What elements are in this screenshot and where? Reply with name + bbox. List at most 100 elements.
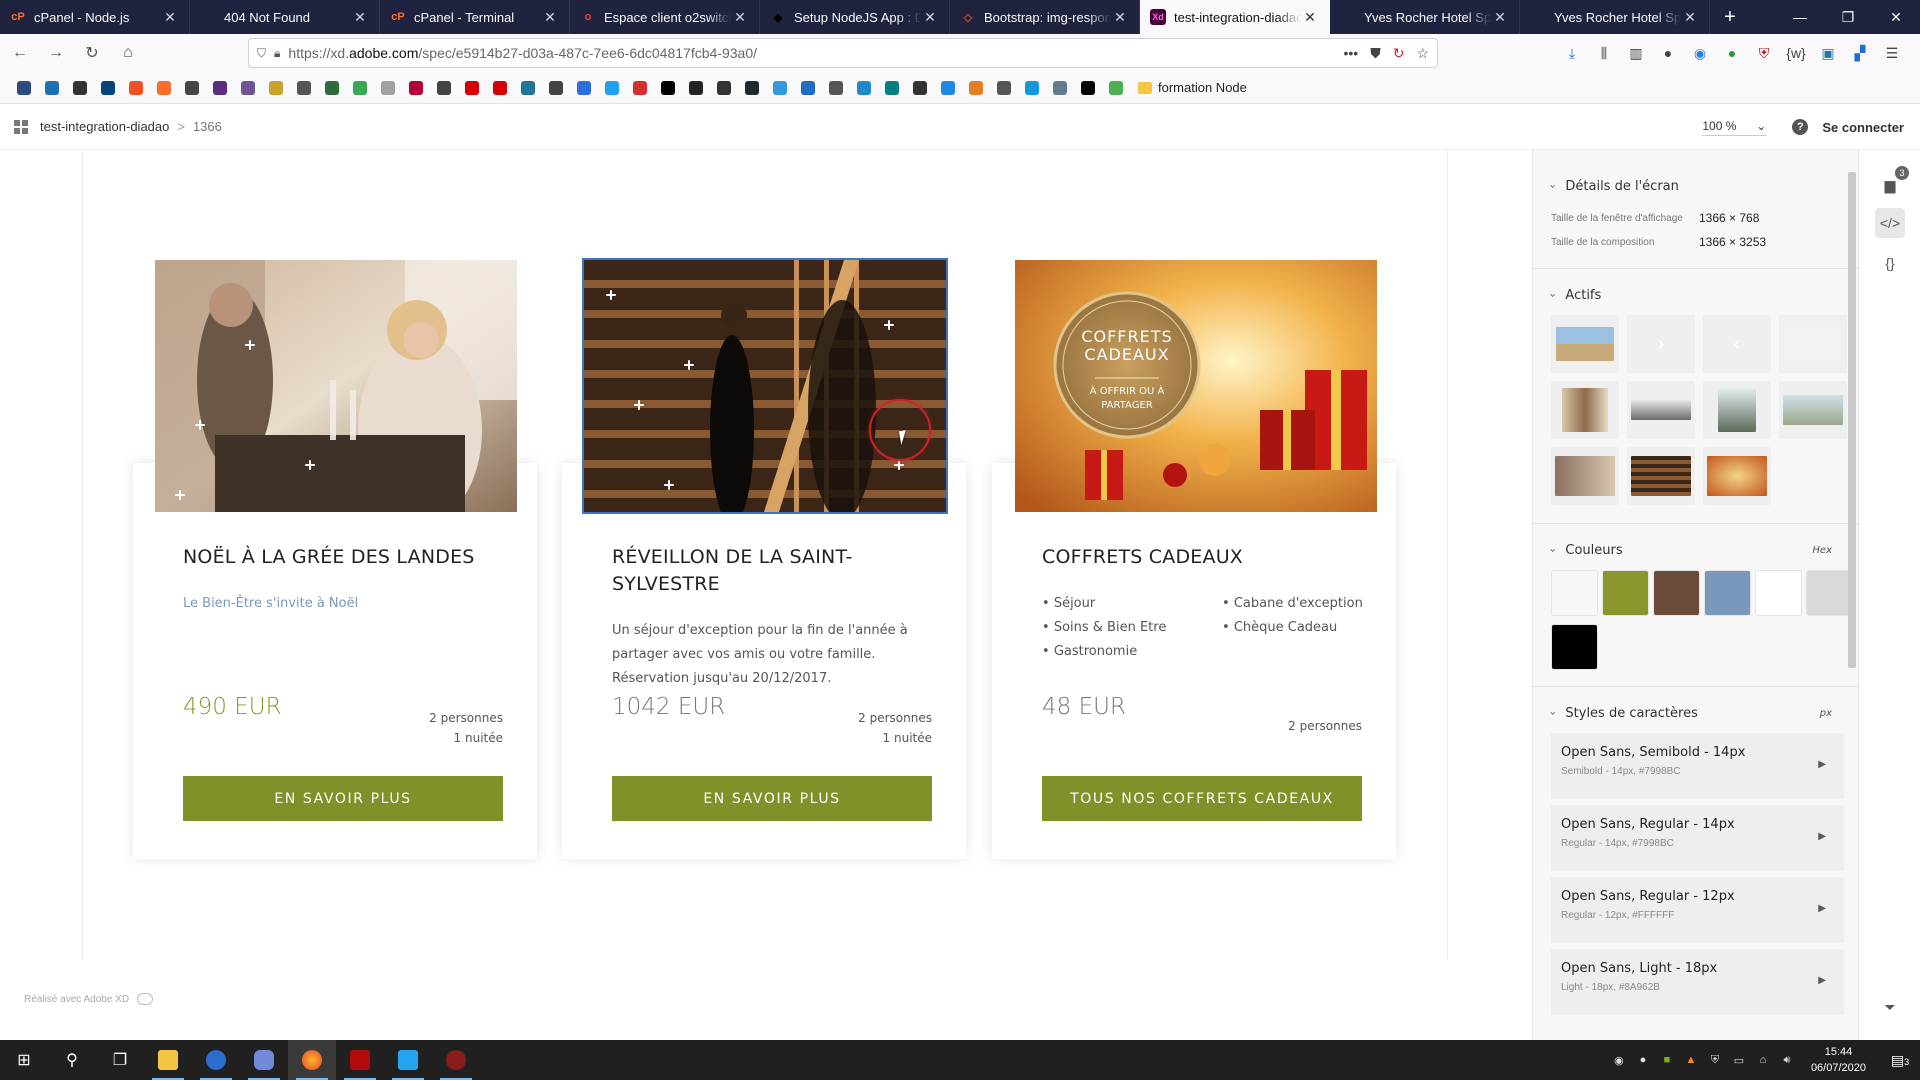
grid-view-icon[interactable]	[14, 119, 28, 134]
reload-icon[interactable]: ↻	[76, 38, 108, 68]
bookmark-icon[interactable]	[654, 78, 682, 98]
filter-icon[interactable]: ⏷	[1875, 992, 1905, 1022]
browser-tab[interactable]: 404 Not Found ✕	[190, 0, 380, 34]
bookmark-icon[interactable]	[458, 78, 486, 98]
address-bar[interactable]: ⛉ 🔒︎ https://xd.adobe.com/spec/e5914b27-…	[248, 38, 1438, 68]
bookmark-icon[interactable]	[66, 78, 94, 98]
vscode-icon[interactable]	[384, 1040, 432, 1080]
bookmark-folder[interactable]: formation Node	[1138, 80, 1247, 95]
search-icon[interactable]: ⚲	[48, 1040, 96, 1080]
close-tab-icon[interactable]: ✕	[1491, 9, 1509, 26]
braces-icon[interactable]: {}	[1875, 248, 1905, 278]
screen-details-header[interactable]: › Détails de l'écran	[1533, 166, 1858, 206]
browser-tab[interactable]: cP cPanel - Node.js ✕	[0, 0, 190, 34]
discord-icon[interactable]	[240, 1040, 288, 1080]
back-icon[interactable]: ←	[4, 38, 36, 68]
browser-tab[interactable]: Yves Rocher Hotel Spa ✕	[1330, 0, 1520, 34]
bookmark-icon[interactable]	[710, 78, 738, 98]
windows-start-icon[interactable]: ⊞	[0, 1040, 48, 1080]
bookmark-icon[interactable]	[430, 78, 458, 98]
bookmark-icon[interactable]	[626, 78, 654, 98]
asset-thumbnail[interactable]	[1551, 315, 1619, 373]
nvidia-tray-icon[interactable]: ■	[1655, 1054, 1679, 1066]
browser-tab[interactable]: ◇ Bootstrap: img-responsi ✕	[950, 0, 1140, 34]
char-style-item[interactable]: Open Sans, Semibold - 14px Semibold - 14p…	[1551, 733, 1844, 799]
signin-link[interactable]: Se connecter	[1822, 120, 1904, 135]
asset-thumbnail[interactable]: ‹	[1703, 315, 1771, 373]
bookmark-icon[interactable]	[542, 78, 570, 98]
color-swatch[interactable]	[1755, 570, 1802, 616]
close-tab-icon[interactable]: ✕	[1301, 9, 1319, 26]
browser-tab[interactable]: Yves Rocher Hotel Spa ✕	[1520, 0, 1710, 34]
bookmark-star-icon[interactable]: ☆	[1416, 45, 1429, 62]
color-swatch[interactable]	[1704, 570, 1751, 616]
learn-more-button[interactable]: EN SAVOIR PLUS	[183, 776, 503, 821]
color-swatch[interactable]	[1602, 570, 1649, 616]
bookmark-icon[interactable]	[38, 78, 66, 98]
offer-card[interactable]: COFFRETS CADEAUX Séjour Cabane d'excepti…	[992, 463, 1396, 859]
bookmark-icon[interactable]	[94, 78, 122, 98]
bookmark-icon[interactable]	[402, 78, 430, 98]
file-explorer-icon[interactable]	[144, 1040, 192, 1080]
bookmark-icon[interactable]	[962, 78, 990, 98]
close-tab-icon[interactable]: ✕	[161, 9, 179, 26]
bookmark-icon[interactable]	[570, 78, 598, 98]
bookmark-icon[interactable]	[122, 78, 150, 98]
extension-ublock-icon[interactable]: ⛨	[1748, 45, 1780, 62]
library-icon[interactable]: ⫼	[1588, 45, 1620, 62]
menu-icon[interactable]: ☰	[1876, 45, 1908, 62]
char-style-item[interactable]: Open Sans, Regular - 14px Regular - 14px,…	[1551, 805, 1844, 871]
account-icon[interactable]: ●	[1652, 45, 1684, 61]
bookmark-icon[interactable]	[934, 78, 962, 98]
card-image-giftbox[interactable]: COFFRETS CADEAUX À OFFRIR OU À PARTAGER	[1015, 260, 1377, 512]
bookmark-icon[interactable]	[234, 78, 262, 98]
close-tab-icon[interactable]: ✕	[541, 9, 559, 26]
bookmark-icon[interactable]	[822, 78, 850, 98]
close-window-button[interactable]: ✕	[1872, 0, 1920, 34]
color-swatch[interactable]	[1551, 624, 1598, 670]
asset-thumbnail[interactable]	[1627, 447, 1695, 505]
offer-card[interactable]: NOËL À LA GRÉE DES LANDES Le Bien-Être s…	[133, 463, 537, 859]
close-tab-icon[interactable]: ✕	[1111, 9, 1129, 26]
bookmark-icon[interactable]	[906, 78, 934, 98]
clock[interactable]: 15:44 06/07/2020	[1811, 1044, 1866, 1076]
filezilla-icon[interactable]	[336, 1040, 384, 1080]
asset-thumbnail[interactable]	[1551, 447, 1619, 505]
bookmark-icon[interactable]	[598, 78, 626, 98]
card-image-dinner[interactable]	[155, 260, 517, 512]
offer-card[interactable]: RÉVEILLON DE LA SAINT-SYLVESTRE Un séjou…	[562, 463, 966, 859]
close-tab-icon[interactable]: ✕	[731, 9, 749, 26]
bookmark-icon[interactable]	[878, 78, 906, 98]
browser-tab[interactable]: o Espace client o2switch - ✕	[570, 0, 760, 34]
notification-center-icon[interactable]: ▤3	[1880, 1052, 1920, 1069]
discord-tray-icon[interactable]: ◉	[1607, 1054, 1631, 1067]
restore-button[interactable]: ❐	[1824, 0, 1872, 34]
browser-tab[interactable]: ◆Setup NodeJS App : Dép✕	[760, 0, 950, 34]
close-tab-icon[interactable]: ✕	[1681, 9, 1699, 26]
gift-boxes-button[interactable]: TOUS NOS COFFRETS CADEAUX	[1042, 776, 1362, 821]
bookmark-icon[interactable]	[10, 78, 38, 98]
task-view-icon[interactable]: ❐	[96, 1040, 144, 1080]
card-image-staircase[interactable]	[582, 258, 948, 514]
bookmark-icon[interactable]	[682, 78, 710, 98]
bookmark-icon[interactable]	[346, 78, 374, 98]
zoom-select[interactable]: 100 % ⌄	[1702, 119, 1767, 136]
char-styles-header[interactable]: › Styles de caractères px	[1533, 693, 1858, 733]
close-tab-icon[interactable]: ✕	[351, 9, 369, 26]
char-style-item[interactable]: Open Sans, Regular - 12px Regular - 12px,…	[1551, 877, 1844, 943]
download-icon[interactable]: ⤓	[1556, 45, 1588, 62]
bookmark-icon[interactable]	[1046, 78, 1074, 98]
extension-square-icon[interactable]: ▣	[1812, 45, 1844, 62]
asset-thumbnail[interactable]	[1703, 381, 1771, 439]
url-text[interactable]: https://xd.adobe.com/spec/e5914b27-d03a-…	[288, 45, 1331, 61]
color-swatch[interactable]	[1551, 570, 1598, 616]
asset-thumbnail[interactable]	[1703, 447, 1771, 505]
bookmark-icon[interactable]	[150, 78, 178, 98]
code-icon[interactable]: </>	[1875, 208, 1905, 238]
bookmark-icon[interactable]	[514, 78, 542, 98]
bookmark-icon[interactable]	[1074, 78, 1102, 98]
bookmark-icon[interactable]	[486, 78, 514, 98]
bookmark-icon[interactable]	[206, 78, 234, 98]
bookmark-icon[interactable]	[374, 78, 402, 98]
bookmark-icon[interactable]	[850, 78, 878, 98]
